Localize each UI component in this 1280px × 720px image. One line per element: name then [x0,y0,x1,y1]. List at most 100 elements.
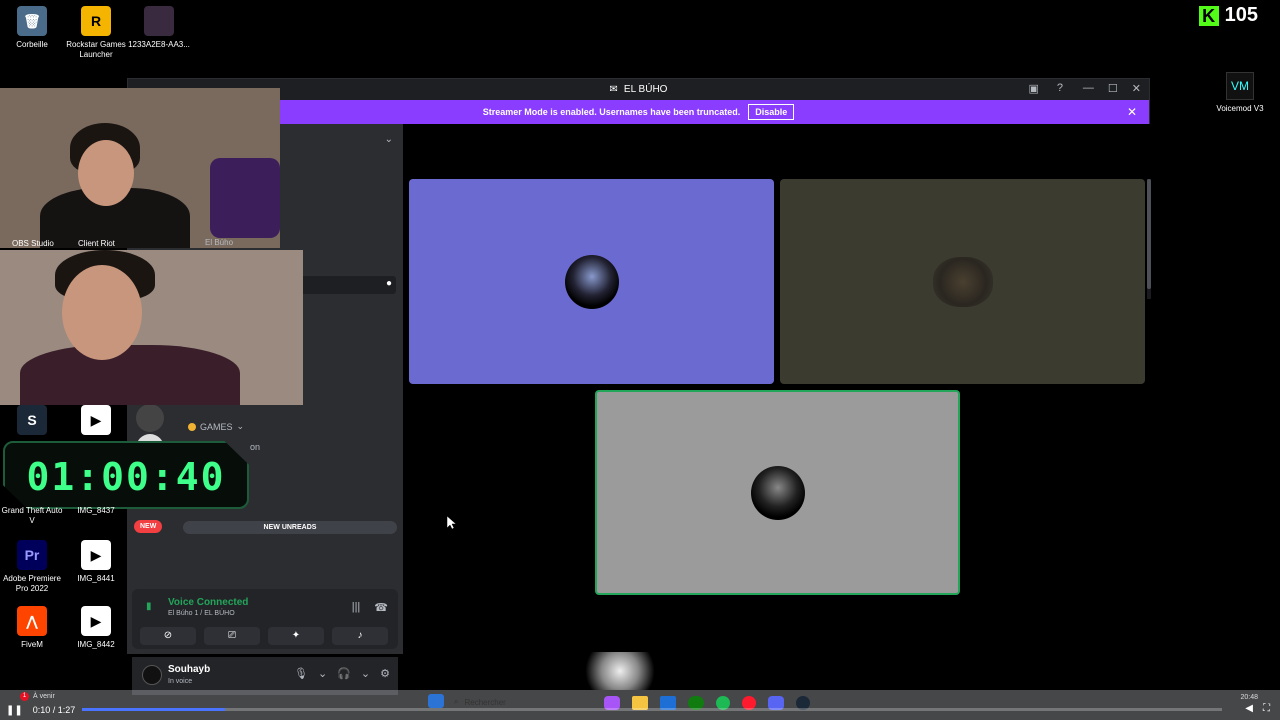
kick-logo-icon: K [1198,5,1219,26]
premiere-pro-icon: Pr [17,540,47,570]
banner-close-icon[interactable]: ✕ [1127,105,1137,119]
desktop-icon-file[interactable]: 1233A2E8-AA3... [127,6,191,50]
voice-tools: ||| ☎ [352,601,388,614]
hot-chip-box [210,158,280,238]
channel-category-games[interactable]: GAMES ⌄ [188,421,244,432]
server-icon-1[interactable] [136,404,164,432]
desktop-icon-label: Voicemod V3 [1216,104,1264,113]
voice-action-buttons: ⊘ ⎚ ✦ ♪ [140,627,388,645]
close-icon[interactable]: ✕ [1132,82,1141,95]
rockstar-icon: R [81,6,111,36]
window-title: ✉ EL BÚHO [610,84,668,95]
user-name: Souhayb [168,664,211,675]
voice-channel-link[interactable]: El Búho 1 / EL BÚHO [168,610,235,617]
server-icon: ✉ [609,84,618,95]
disable-button[interactable]: Disable [748,104,795,120]
stream-timer: 01:00:40 [3,441,249,509]
games-emoji-icon [188,422,196,431]
scrollbar-thumb[interactable] [1147,179,1151,289]
channel-partial[interactable]: on [250,442,260,452]
help-icon[interactable]: ? [1057,82,1063,95]
title-bar: ✉ EL BÚHO ▣ ? — ☐ ✕ [128,79,1149,100]
user-controls: 🎙 ⌄ 🎧 ⌄ ⚙ [294,667,390,680]
chevron-down-icon[interactable]: ⌄ [318,667,327,680]
kick-viewer-counter: K 105 [1198,4,1258,27]
desktop-icon-premiere[interactable]: Pr Adobe Premiere Pro 2022 [0,540,64,594]
participant-tile-1[interactable] [409,179,774,384]
participant-tile-2[interactable] [780,179,1145,384]
new-unreads-bar[interactable]: NEW UNREADS [183,521,397,534]
voice-status: Voice Connected [168,597,249,608]
desktop-icon-label: Adobe Premiere Pro 2022 [3,574,61,593]
desktop-icon-label: IMG_8441 [77,574,115,583]
webcam-overlay-bottom [0,250,303,405]
user-avatar[interactable] [142,665,162,685]
volume-icon[interactable]: ◀ [1245,703,1253,714]
title-extras: ▣ ? [1028,82,1063,95]
desktop-icon-label: IMG_8442 [77,640,115,649]
video-file-icon: ▶ [81,606,111,636]
desktop-label-img-8437: IMG_8437 [64,506,128,516]
desktop-icon-label: OBS Studio [12,239,54,248]
desktop-icon-img-8441[interactable]: ▶ IMG_8441 [64,540,128,584]
gear-icon[interactable]: ⚙ [380,667,390,680]
desktop-icon-label: Grand Theft Auto V [1,506,63,525]
pause-icon[interactable]: ❚❚ [6,705,23,716]
voice-stage [403,124,1151,654]
voicemod-icon: VM [1226,72,1254,100]
microphone-icon[interactable]: 🎙 [294,667,308,680]
seek-bar-fill [82,708,225,711]
fivem-icon: ⋀ [17,606,47,636]
minimize-icon[interactable]: — [1083,82,1094,95]
desktop-icon-steam[interactable]: S [0,405,64,439]
chevron-down-icon[interactable]: ⌄ [361,667,370,680]
new-badge[interactable]: NEW [134,520,163,533]
desktop-icon-img-8442[interactable]: ▶ IMG_8442 [64,606,128,650]
participant-tile-3[interactable] [595,390,960,595]
desktop-icon-rockstar[interactable]: R Rockstar Games Launcher [64,6,128,60]
maximize-icon[interactable]: ☐ [1108,82,1118,95]
screen-share-button[interactable]: ⎚ [204,627,260,645]
noise-suppression-icon[interactable]: ||| [352,601,361,614]
desktop-icon-label: IMG_8437 [77,506,115,515]
soundboard-button[interactable]: ♪ [332,627,388,645]
steam-icon: S [17,405,47,435]
user-status: In voice [168,678,193,685]
disconnect-icon[interactable]: ☎ [374,601,388,614]
inbox-icon[interactable]: ▣ [1028,82,1038,95]
desktop-icon-label: Corbeille [16,40,48,49]
voice-connected-panel: ▮ Voice Connected El Búho 1 / EL BÚHO ||… [132,589,398,649]
notification-label: À venir [33,693,55,700]
participant-avatar [564,254,619,309]
desktop-icon-fivem[interactable]: ⋀ FiveM [0,606,64,650]
playback-time: 0:10 / 1:27 [32,705,76,715]
activities-button[interactable]: ✦ [268,627,324,645]
headphones-icon[interactable]: 🎧 [337,667,351,680]
webcam-subject-face [62,265,142,360]
mouse-cursor-icon [447,516,456,530]
desktop-icon-recycle-bin[interactable]: 🗑 Corbeille [0,6,64,50]
signal-icon[interactable]: ▮ [146,601,152,612]
webcam-subject-shirt [20,345,240,405]
chevron-down-icon[interactable]: ⌄ [385,134,393,145]
timer-digits: 01:00:40 [26,455,226,499]
webcam-subject-face [78,140,134,206]
banner-text: Streamer Mode is enabled. Usernames have… [482,107,741,117]
file-thumbnail-icon [144,6,174,36]
seek-bar[interactable] [82,708,1222,711]
desktop-label-gta: Grand Theft Auto V [0,506,64,526]
desktop-wallpaper-art [578,652,662,690]
desktop-icon-label: 1233A2E8-AA3... [128,40,190,49]
fullscreen-icon[interactable]: ⛶ [1263,703,1270,714]
chevron-down-icon: ⌄ [236,421,245,431]
desktop-icon-voicemod[interactable]: VM Voicemod V3 [1208,72,1272,113]
player-controls: ◀ ⛶ [1245,703,1270,714]
participant-avatar [932,256,993,307]
desktop-icon-label: Rockstar Games Launcher [66,40,126,59]
streamer-mode-banner: Streamer Mode is enabled. Usernames have… [128,100,1149,124]
kick-count: 105 [1224,4,1258,26]
camera-off-button[interactable]: ⊘ [140,627,196,645]
desktop-icon-img-8437[interactable]: ▶ [64,405,128,439]
webcam-overlay-top [0,88,280,248]
scrollbar[interactable] [1147,179,1151,299]
